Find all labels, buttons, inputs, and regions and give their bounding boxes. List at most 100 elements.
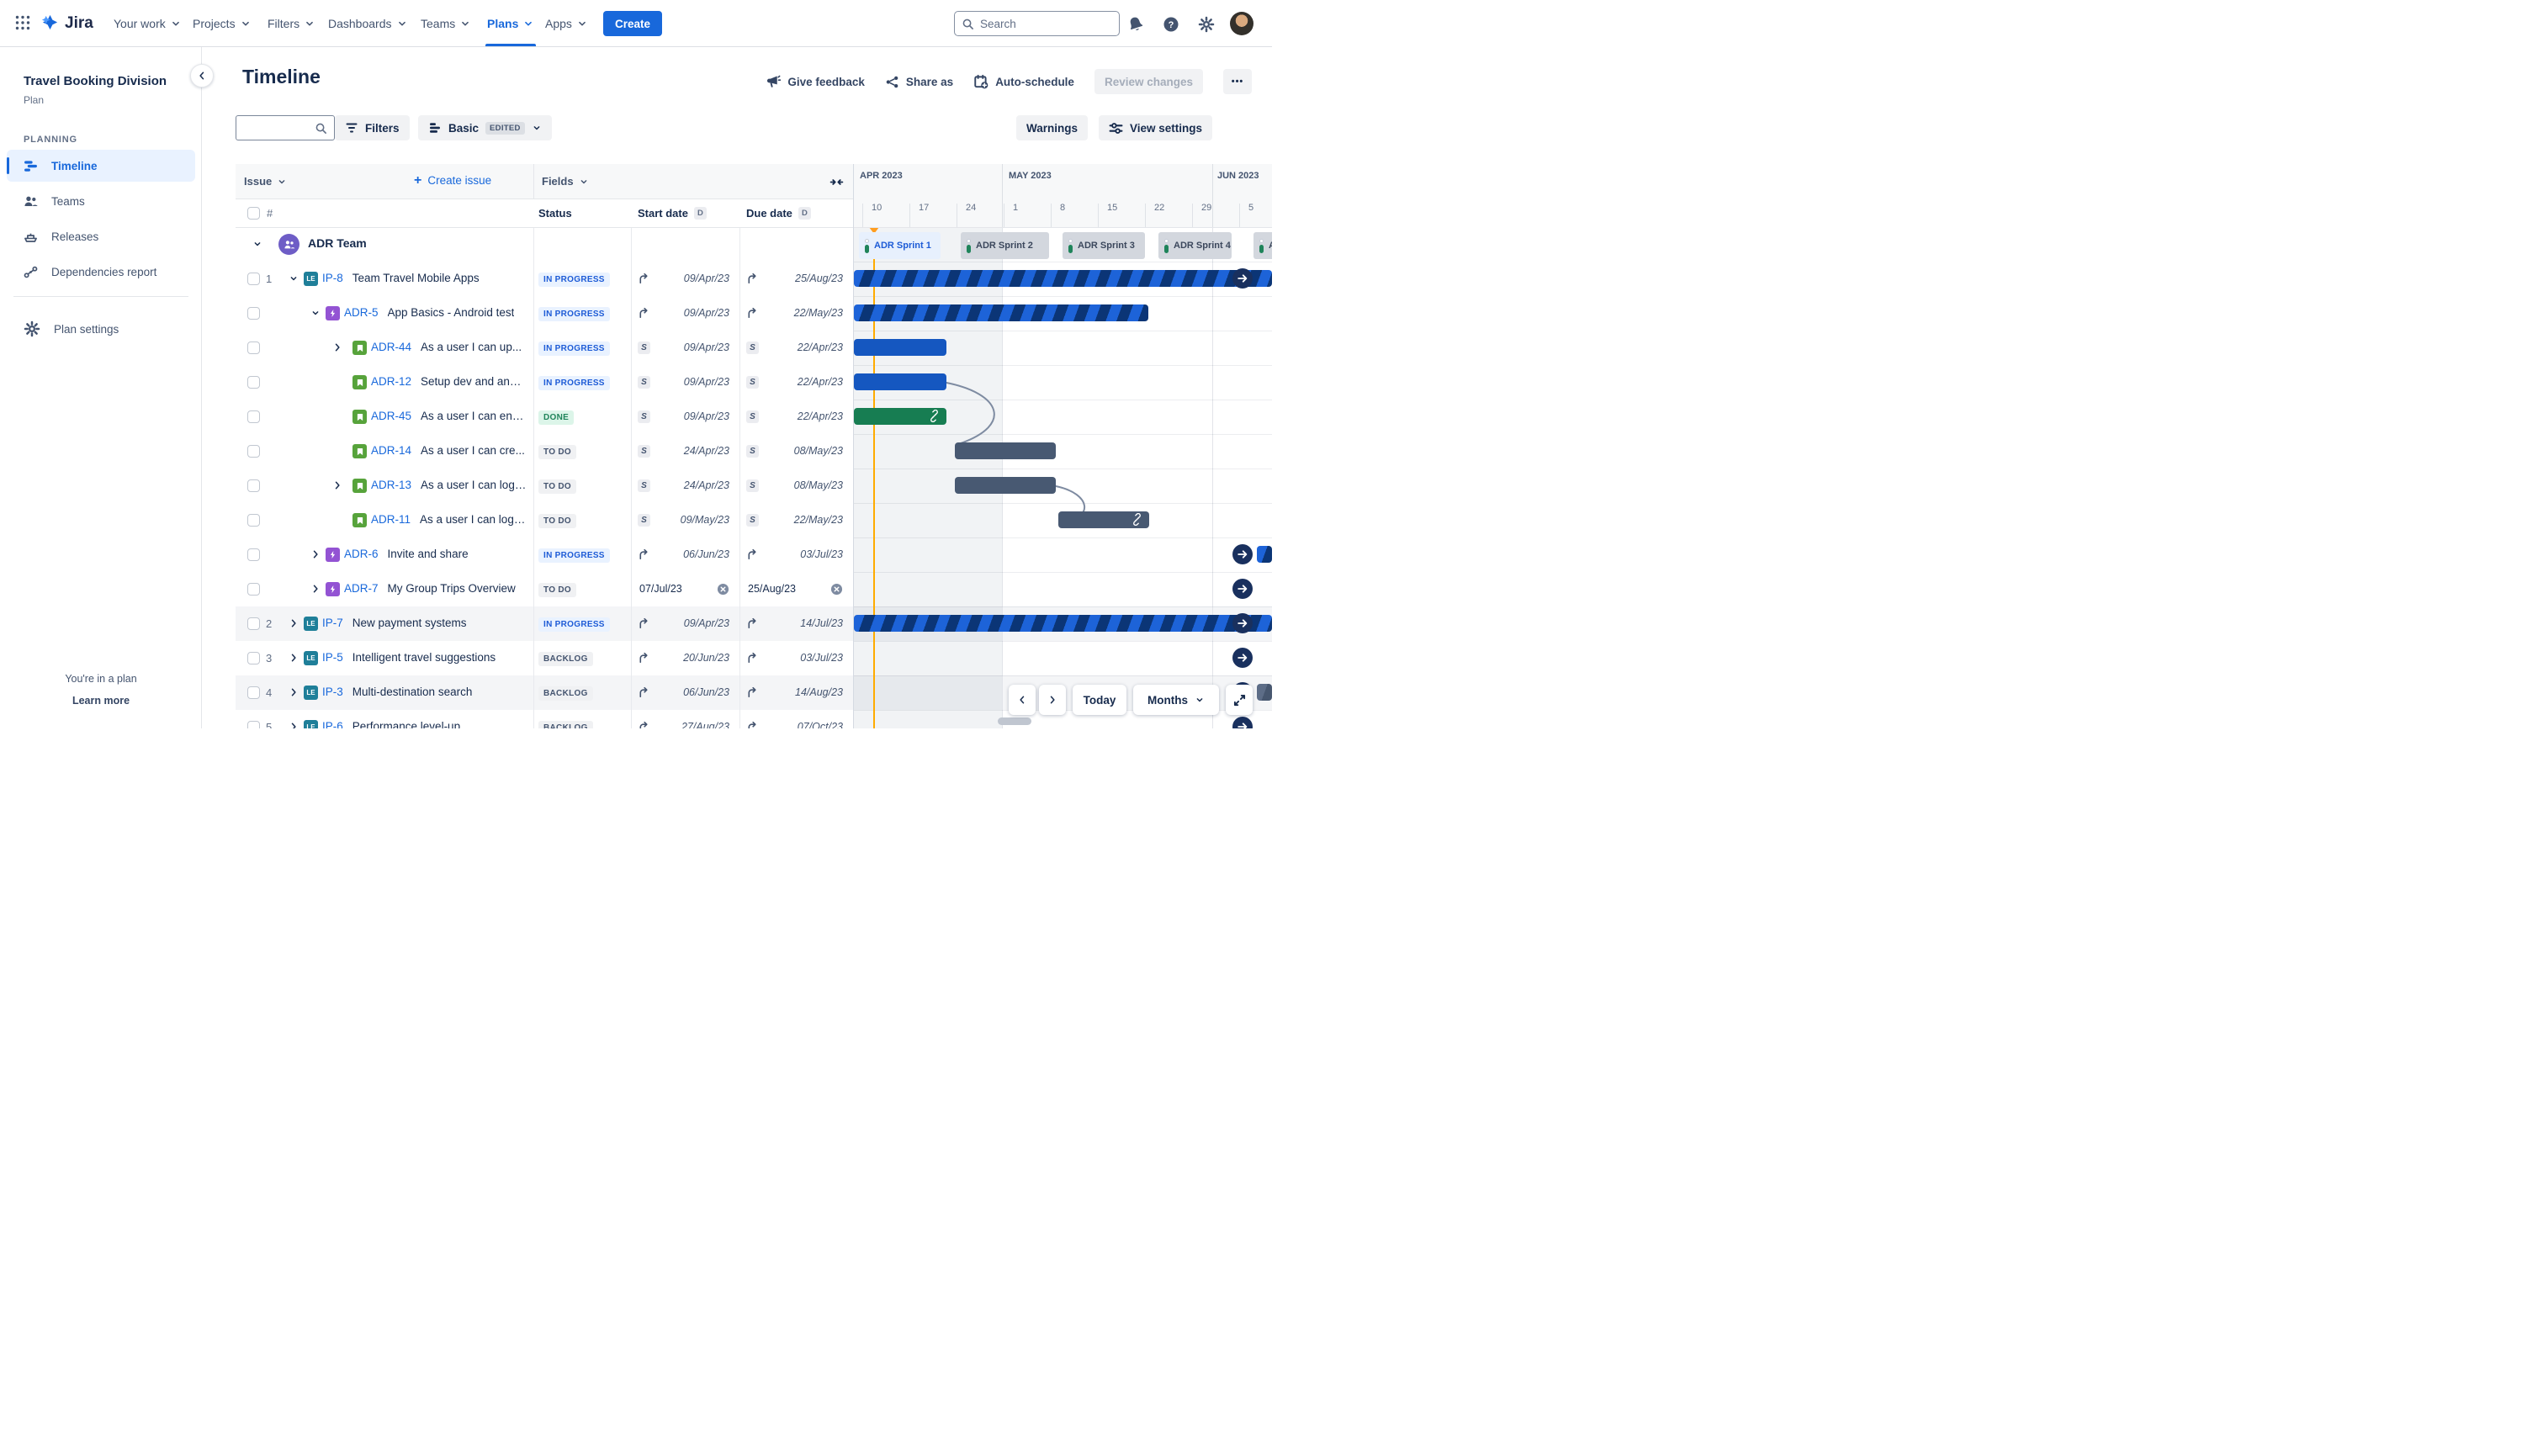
start-date-cell[interactable]: S 24/Apr/23 <box>631 434 739 469</box>
search-input[interactable] <box>980 17 1098 30</box>
nav-item-filters[interactable]: Filters <box>268 0 315 46</box>
scroll-left-button[interactable] <box>1009 685 1036 715</box>
issue-key[interactable]: IP-5 <box>322 651 343 664</box>
create-issue-button[interactable]: + Create issue <box>414 173 491 187</box>
issue-column-header[interactable]: Issue <box>244 175 287 188</box>
clear-date-icon[interactable] <box>717 583 729 596</box>
sidebar-collapse-button[interactable] <box>190 64 214 87</box>
sidebar-item-releases[interactable]: Releases <box>7 220 195 252</box>
gantt-bar-ADR-44[interactable] <box>854 339 946 356</box>
gantt-bar-edge-ADR-6[interactable] <box>1257 546 1272 563</box>
row-checkbox[interactable] <box>247 341 260 354</box>
due-date-column-header[interactable]: Due date D <box>746 207 811 220</box>
zoom-level-dropdown[interactable]: Months <box>1133 685 1219 715</box>
row-checkbox[interactable] <box>247 652 260 664</box>
start-date-cell[interactable]: 27/Aug/23 <box>631 710 739 728</box>
collapse-columns-icon[interactable] <box>829 175 844 189</box>
issue-key[interactable]: ADR-12 <box>371 375 411 388</box>
due-date-cell[interactable]: 22/May/23 <box>739 296 853 331</box>
gantt-bar-ADR-14[interactable] <box>955 442 1056 459</box>
issue-title[interactable]: As a user I can up... <box>421 341 522 353</box>
issue-title[interactable]: As a user I can ena... <box>421 410 527 422</box>
start-date-cell[interactable]: 20/Jun/23 <box>631 641 739 675</box>
issue-title[interactable]: Multi-destination search <box>352 686 473 698</box>
start-date-cell[interactable]: 09/Apr/23 <box>631 296 739 331</box>
start-date-cell[interactable]: 06/Jun/23 <box>631 675 739 710</box>
nav-item-apps[interactable]: Apps <box>545 0 588 46</box>
expand-row-icon[interactable] <box>332 480 344 492</box>
search-box[interactable] <box>954 11 1120 36</box>
gantt-bar-edge-IP-3[interactable] <box>1257 684 1272 701</box>
row-checkbox[interactable] <box>247 686 260 699</box>
due-date-cell[interactable]: S 22/May/23 <box>739 503 853 537</box>
expand-row-icon[interactable] <box>332 342 344 354</box>
row-checkbox[interactable] <box>247 273 260 285</box>
row-checkbox[interactable] <box>247 583 260 596</box>
row-checkbox[interactable] <box>247 307 260 320</box>
issue-key[interactable]: ADR-11 <box>371 513 411 526</box>
due-date-cell[interactable]: S 22/Apr/23 <box>739 400 853 434</box>
issue-title[interactable]: Team Travel Mobile Apps <box>352 272 480 284</box>
sidebar-item-timeline[interactable]: Timeline <box>7 150 195 182</box>
sidebar-item-teams[interactable]: Teams <box>7 185 195 217</box>
due-date-cell[interactable]: 14/Jul/23 <box>739 606 853 641</box>
start-date-column-header[interactable]: Start date D <box>638 207 707 220</box>
expand-row-icon[interactable] <box>289 722 300 728</box>
clear-date-icon[interactable] <box>830 583 843 596</box>
scroll-to-bar-button-IP-5[interactable] <box>1232 648 1253 668</box>
sidebar-item-plan-settings[interactable]: Plan settings <box>7 313 195 345</box>
status-column-header[interactable]: Status <box>538 207 572 220</box>
nav-item-dashboards[interactable]: Dashboards <box>328 0 408 46</box>
nav-item-your-work[interactable]: Your work <box>114 0 182 46</box>
select-all-checkbox[interactable] <box>247 207 260 220</box>
expand-row-icon[interactable] <box>310 584 322 596</box>
start-date-cell[interactable]: 09/Apr/23 <box>631 262 739 296</box>
fullscreen-button[interactable] <box>1226 685 1253 715</box>
app-switcher-icon[interactable] <box>14 14 31 31</box>
issue-title[interactable]: New payment systems <box>352 617 467 629</box>
scroll-right-button[interactable] <box>1039 685 1066 715</box>
start-date-cell[interactable]: 07/Jul/23 <box>631 572 739 606</box>
collapse-row-icon[interactable] <box>310 308 322 320</box>
due-date-cell[interactable]: 25/Aug/23 <box>739 262 853 296</box>
issue-title[interactable]: My Group Trips Overview <box>388 582 516 595</box>
due-date-cell[interactable]: 07/Oct/23 <box>739 710 853 728</box>
issue-title[interactable]: As a user I can log i... <box>421 479 527 491</box>
gantt-bar-ADR-13[interactable] <box>955 477 1056 494</box>
start-date-cell[interactable]: S 09/May/23 <box>631 503 739 537</box>
issue-key[interactable]: ADR-6 <box>344 548 379 560</box>
horizontal-scrollbar-thumb[interactable] <box>998 717 1031 725</box>
issue-title[interactable]: Setup dev and and ... <box>421 375 527 388</box>
bar-continues-right-button[interactable] <box>1232 268 1253 289</box>
issue-title[interactable]: App Basics - Android test <box>388 306 515 319</box>
due-date-cell[interactable]: S 08/May/23 <box>739 434 853 469</box>
issue-key[interactable]: IP-6 <box>322 720 343 728</box>
row-checkbox[interactable] <box>247 376 260 389</box>
row-checkbox[interactable] <box>247 721 260 728</box>
bar-continues-right-button[interactable] <box>1232 613 1253 633</box>
settings-gear-icon[interactable] <box>1195 13 1217 35</box>
issue-key[interactable]: IP-3 <box>322 686 343 698</box>
row-checkbox[interactable] <box>247 445 260 458</box>
issue-title[interactable]: Invite and share <box>388 548 469 560</box>
gantt-bar-ADR-12[interactable] <box>854 373 946 390</box>
issue-title[interactable]: As a user I can log i... <box>420 513 527 526</box>
due-date-cell[interactable]: 25/Aug/23 <box>739 572 853 606</box>
fields-dropdown[interactable]: Fields <box>542 175 589 188</box>
expand-row-icon[interactable] <box>289 653 300 664</box>
row-checkbox[interactable] <box>247 548 260 561</box>
issue-key[interactable]: ADR-7 <box>344 582 379 595</box>
expand-row-icon[interactable] <box>289 687 300 699</box>
gantt-bar-IP-7[interactable] <box>854 615 1272 632</box>
start-date-cell[interactable]: S 09/Apr/23 <box>631 365 739 400</box>
due-date-cell[interactable]: S 22/Apr/23 <box>739 331 853 365</box>
start-date-cell[interactable]: S 09/Apr/23 <box>631 400 739 434</box>
due-date-cell[interactable]: S 08/May/23 <box>739 469 853 503</box>
expand-row-icon[interactable] <box>310 549 322 561</box>
due-date-cell[interactable]: 03/Jul/23 <box>739 641 853 675</box>
start-date-cell[interactable]: S 24/Apr/23 <box>631 469 739 503</box>
today-button[interactable]: Today <box>1073 685 1126 715</box>
issue-title[interactable]: Performance level-up <box>352 720 460 728</box>
issue-key[interactable]: ADR-5 <box>344 306 379 319</box>
user-avatar[interactable] <box>1230 12 1253 35</box>
